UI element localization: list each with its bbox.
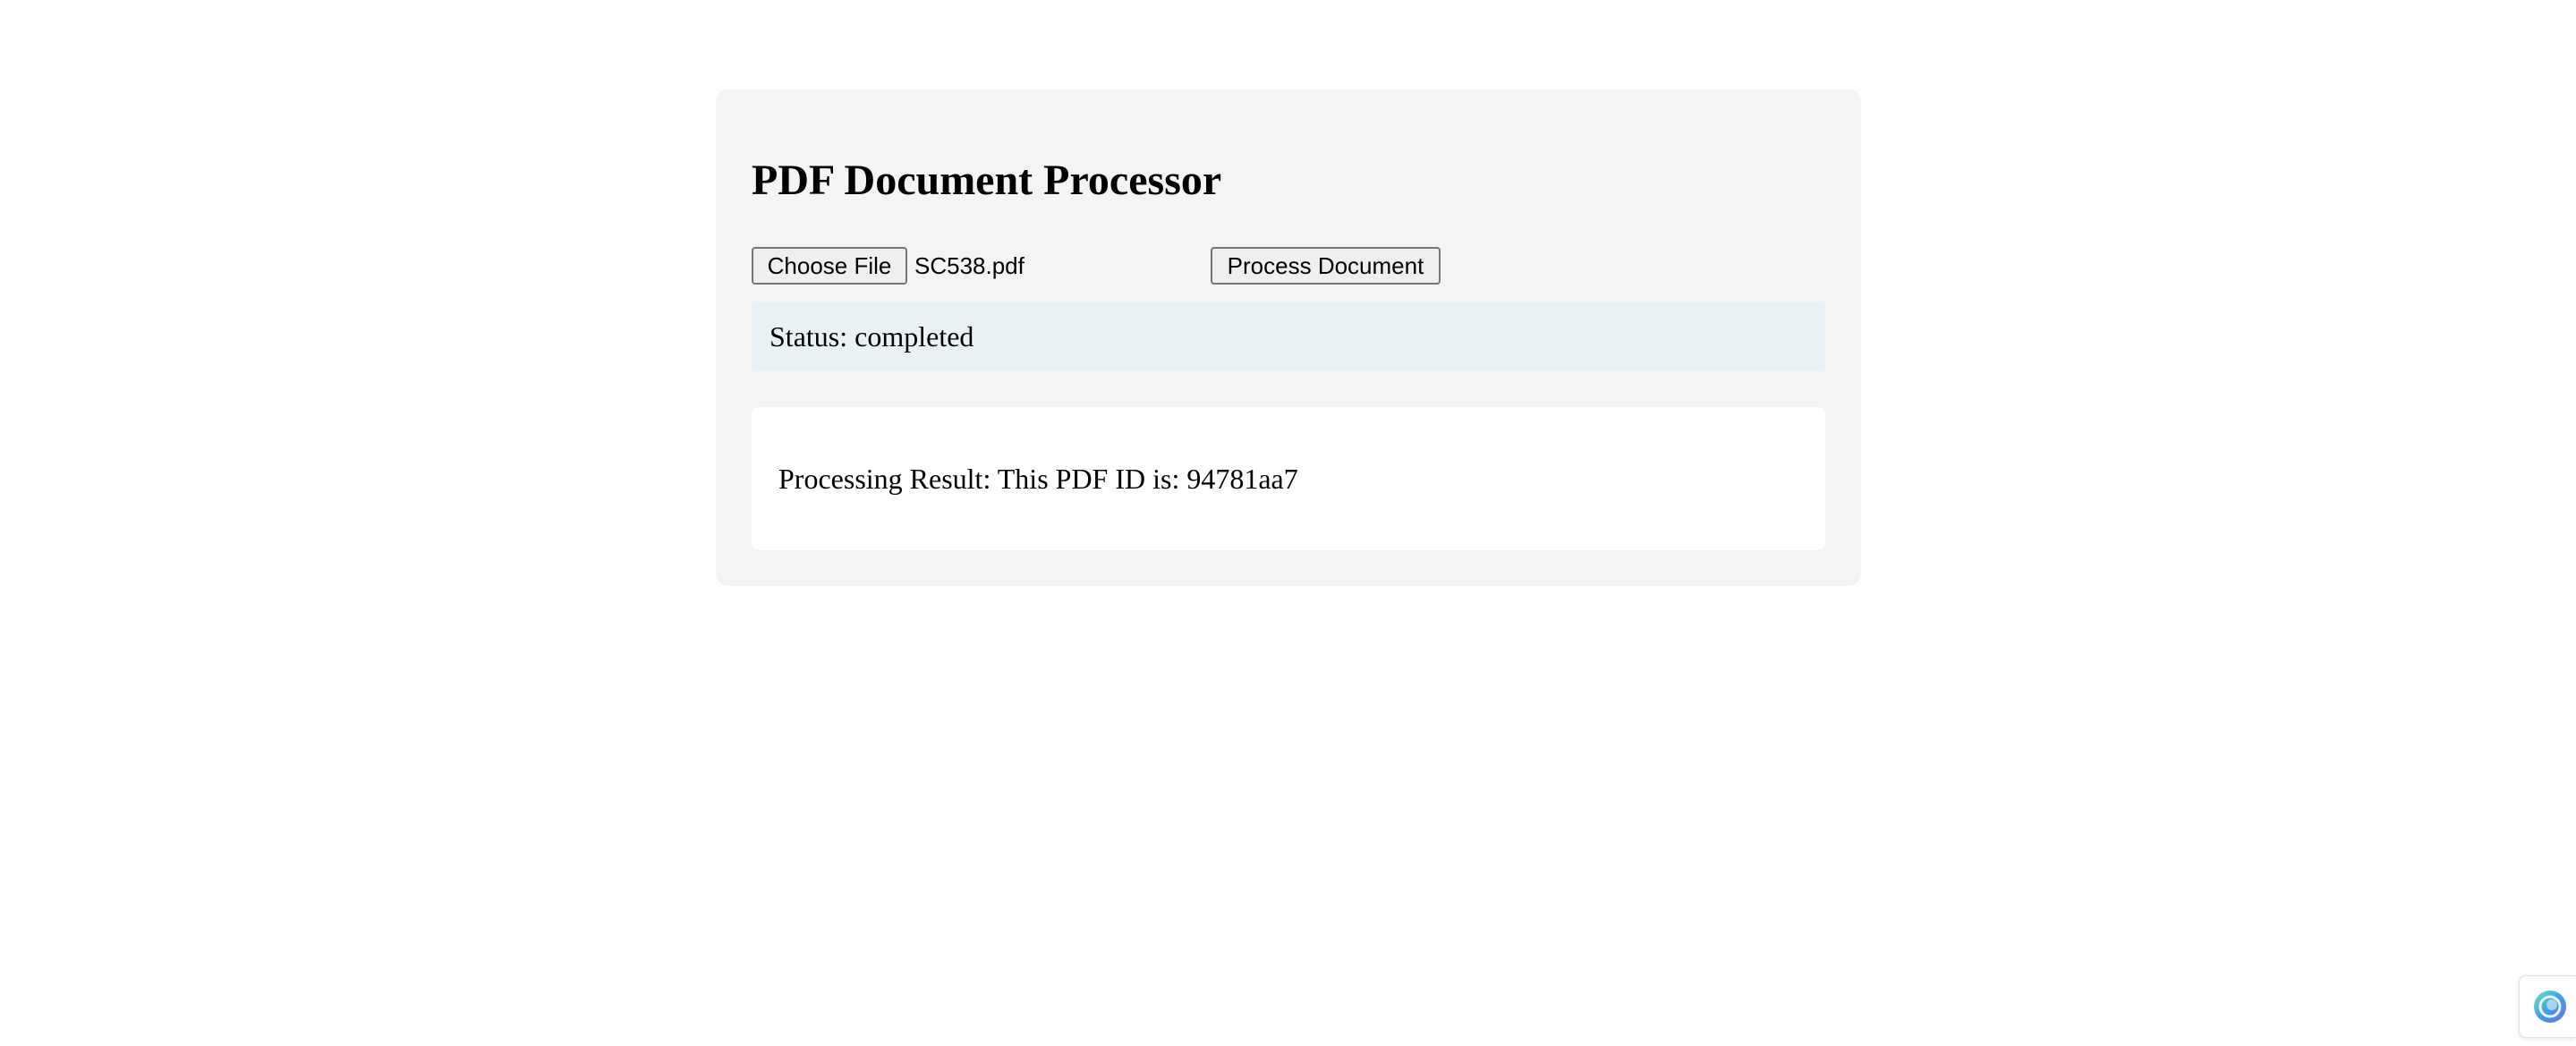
file-upload-row: Choose File SC538.pdf Process Document (752, 247, 1825, 285)
page-title: PDF Document Processor (752, 157, 1222, 204)
selected-file-name: SC538.pdf (914, 252, 1024, 279)
assistant-orb-icon (2534, 991, 2566, 1023)
process-document-button[interactable]: Process Document (1211, 247, 1441, 285)
result-box: Processing Result: This PDF ID is: 94781… (752, 407, 1825, 550)
choose-file-button[interactable]: Choose File (752, 247, 907, 285)
status-box: Status: completed (752, 302, 1825, 370)
assistant-widget-button[interactable] (2519, 975, 2576, 1038)
processor-card: PDF Document Processor Choose File SC538… (716, 89, 1861, 586)
